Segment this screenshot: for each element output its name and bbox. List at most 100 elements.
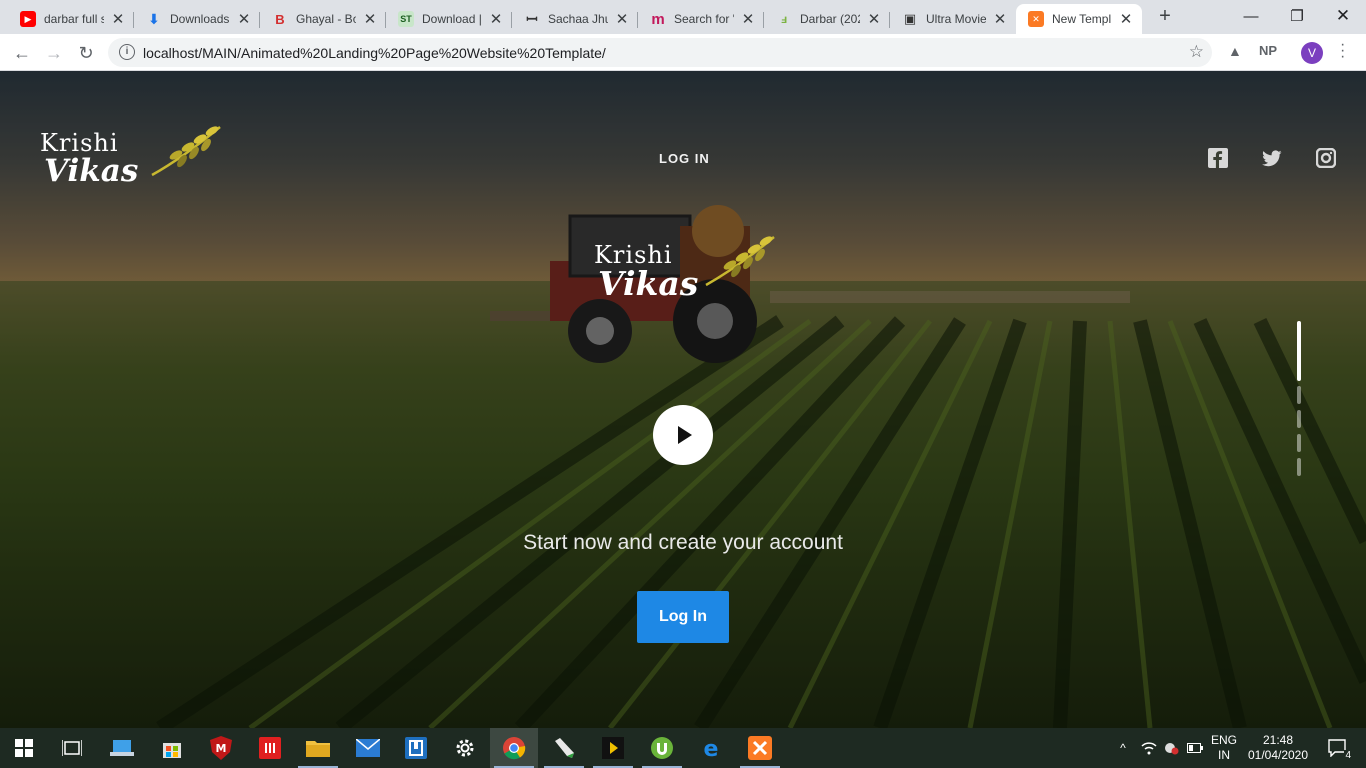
- download-icon: ⬇: [148, 10, 160, 27]
- media-player-icon[interactable]: [589, 728, 637, 768]
- minimize-icon[interactable]: —: [1228, 0, 1274, 32]
- tab-title: Search for ": [674, 12, 734, 26]
- tab-close-icon[interactable]: ✕: [362, 10, 378, 28]
- windows-start-icon[interactable]: [0, 728, 48, 768]
- login-cta-button[interactable]: Log In: [637, 591, 729, 643]
- language-indicator[interactable]: ENG IN: [1206, 728, 1242, 768]
- svg-text:e: e: [704, 737, 719, 760]
- region-code: IN: [1218, 748, 1230, 762]
- wifi-icon[interactable]: [1138, 728, 1160, 768]
- st-icon: ST: [398, 11, 414, 27]
- close-window-icon[interactable]: ✕: [1320, 0, 1366, 32]
- clock-time: 21:48: [1262, 733, 1294, 747]
- chrome-icon[interactable]: [490, 728, 538, 768]
- extension-np[interactable]: NP: [1259, 43, 1277, 58]
- pc-icon[interactable]: [98, 728, 146, 768]
- browser-toolbar: ← → ↻ i localhost/MAIN/Animated%20Landin…: [0, 34, 1366, 71]
- browser-tab-active[interactable]: ✕ New Templ ✕: [1016, 4, 1142, 34]
- tab-close-icon[interactable]: ✕: [614, 10, 630, 28]
- tab-title: Ghayal - Bo: [296, 12, 356, 26]
- browser-tab[interactable]: B Ghayal - Bo ✕: [260, 4, 386, 34]
- tab-title: New Templ: [1052, 12, 1112, 26]
- n-icon: ꟷ: [526, 10, 538, 27]
- play-icon: [678, 426, 692, 444]
- browser-tab[interactable]: ST Download | ✕: [386, 4, 512, 34]
- edge-icon[interactable]: e: [687, 728, 735, 768]
- file-explorer-icon[interactable]: [294, 728, 342, 768]
- pen-app-icon[interactable]: [540, 728, 588, 768]
- warning-triangle-icon[interactable]: ▲: [1228, 43, 1242, 59]
- instagram-icon[interactable]: [1316, 148, 1336, 168]
- tab-close-icon[interactable]: ✕: [866, 10, 882, 28]
- tab-title: Darbar (202: [800, 12, 860, 26]
- darbar-icon: ⅎ: [780, 12, 787, 26]
- task-view-icon[interactable]: [48, 728, 96, 768]
- url-text[interactable]: localhost/MAIN/Animated%20Landing%20Page…: [143, 45, 606, 61]
- utorrent-icon[interactable]: [638, 728, 686, 768]
- tab-close-icon[interactable]: ✕: [236, 10, 252, 28]
- address-bar[interactable]: i localhost/MAIN/Animated%20Landing%20Pa…: [108, 38, 1212, 67]
- hero-tagline: Start now and create your account: [523, 531, 843, 554]
- network-error-icon[interactable]: [1160, 728, 1182, 768]
- mail-icon[interactable]: [344, 728, 392, 768]
- tab-close-icon[interactable]: ✕: [1118, 10, 1134, 28]
- browser-tab[interactable]: ⅎ Darbar (202 ✕: [764, 4, 890, 34]
- tab-title: Ultra Movie: [926, 12, 986, 26]
- windows-taskbar: M e ^ ENG IN 21:48 01/04/2020 4: [0, 728, 1366, 768]
- app-red-icon[interactable]: [246, 728, 294, 768]
- tab-close-icon[interactable]: ✕: [992, 10, 1008, 28]
- browser-tab-bar: ▶ darbar full s ✕ ⬇ Downloads ✕ B Ghayal…: [0, 0, 1366, 34]
- browser-tab[interactable]: ⬇ Downloads ✕: [134, 4, 260, 34]
- clock[interactable]: 21:48 01/04/2020: [1244, 728, 1312, 768]
- notification-center-icon[interactable]: 4: [1318, 728, 1358, 768]
- new-tab-button[interactable]: +: [1154, 6, 1176, 28]
- notification-count: 4: [1344, 750, 1352, 761]
- mcafee-icon[interactable]: M: [197, 728, 245, 768]
- browser-tab[interactable]: m Search for " ✕: [638, 4, 764, 34]
- browser-tab[interactable]: ▶ darbar full s ✕: [8, 4, 134, 34]
- pager-dot-active[interactable]: [1297, 321, 1301, 381]
- language-code: ENG: [1210, 733, 1237, 747]
- battery-icon[interactable]: [1184, 728, 1206, 768]
- tab-title: Sachaa Jhut: [548, 12, 608, 26]
- tab-close-icon[interactable]: ✕: [488, 10, 504, 28]
- facebook-icon[interactable]: [1208, 148, 1228, 168]
- m-icon: m: [651, 10, 665, 28]
- pager-dot[interactable]: [1297, 386, 1301, 404]
- twitter-icon[interactable]: [1262, 148, 1282, 168]
- store-icon[interactable]: [148, 728, 196, 768]
- youtube-icon: ▶: [20, 11, 36, 27]
- tab-close-icon[interactable]: ✕: [740, 10, 756, 28]
- wheat-icon: [705, 236, 775, 287]
- back-arrow-icon[interactable]: ←: [8, 39, 36, 67]
- bookmark-star-icon[interactable]: ☆: [1189, 42, 1204, 62]
- show-hidden-icons[interactable]: ^: [1112, 728, 1134, 768]
- tab-close-icon[interactable]: ✕: [110, 10, 126, 28]
- pager-dot[interactable]: [1297, 458, 1301, 476]
- pager-dot[interactable]: [1297, 410, 1301, 428]
- site-logo[interactable]: Krishi Vikas: [40, 126, 230, 199]
- profile-avatar[interactable]: V: [1301, 42, 1323, 64]
- browser-tab[interactable]: ▣ Ultra Movie ✕: [890, 4, 1016, 34]
- menu-kebab-icon[interactable]: · · ·: [1340, 37, 1345, 65]
- xampp-icon[interactable]: [736, 728, 784, 768]
- forward-arrow-icon[interactable]: →: [40, 39, 68, 67]
- bookmyshow-icon: B: [275, 11, 285, 27]
- play-video-button[interactable]: [653, 405, 713, 465]
- landing-page: Krishi Vikas LOG IN Krishi Vikas Start n…: [0, 71, 1366, 728]
- tab-title: darbar full s: [44, 12, 104, 26]
- clock-date: 01/04/2020: [1247, 748, 1309, 762]
- nav-login-link[interactable]: LOG IN: [659, 151, 710, 166]
- svg-text:M: M: [216, 742, 227, 755]
- browser-tab[interactable]: ꟷ Sachaa Jhut ✕: [512, 4, 638, 34]
- restore-icon[interactable]: ❐: [1274, 0, 1320, 32]
- hero-logo: Krishi Vikas: [594, 236, 784, 311]
- tab-title: Download |: [422, 12, 482, 26]
- site-info-icon[interactable]: i: [119, 44, 135, 60]
- settings-icon[interactable]: [441, 728, 489, 768]
- pager-dot[interactable]: [1297, 434, 1301, 452]
- tv-icon: ▣: [903, 11, 917, 26]
- app-blue-icon[interactable]: [392, 728, 440, 768]
- xampp-icon: ✕: [1028, 11, 1044, 27]
- reload-icon[interactable]: ↻: [72, 39, 100, 67]
